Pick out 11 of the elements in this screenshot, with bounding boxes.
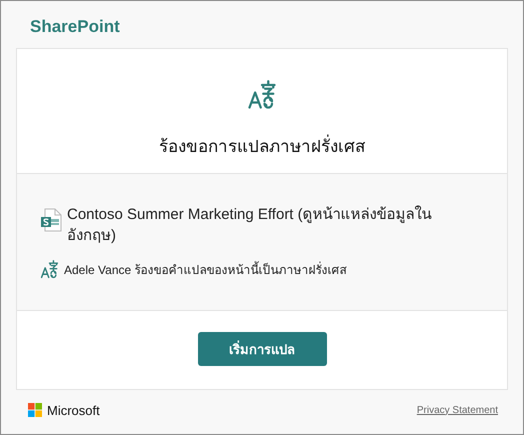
start-translation-button[interactable]: เริ่มการแปล <box>198 332 326 366</box>
page-title: Contoso Summer Marketing Effort (ดูหน้าแหล่งข้อมูลในอังกฤษ) <box>67 204 433 246</box>
translate-icon <box>247 80 277 110</box>
request-title: ร้องขอการแปลภาษาฝรั่งเศส <box>159 132 365 159</box>
microsoft-logo-icon <box>28 403 42 417</box>
microsoft-label: Microsoft <box>47 402 100 418</box>
sharepoint-page-icon <box>40 208 62 232</box>
request-message: Adele Vance ร้องขอคำแปลของหน้านี้เป็นภาษาฝรั่งเศส <box>64 260 346 279</box>
translate-icon <box>40 260 59 279</box>
sharepoint-logo: SharePoint <box>30 16 120 36</box>
privacy-statement-link[interactable]: Privacy Statement <box>416 404 498 416</box>
